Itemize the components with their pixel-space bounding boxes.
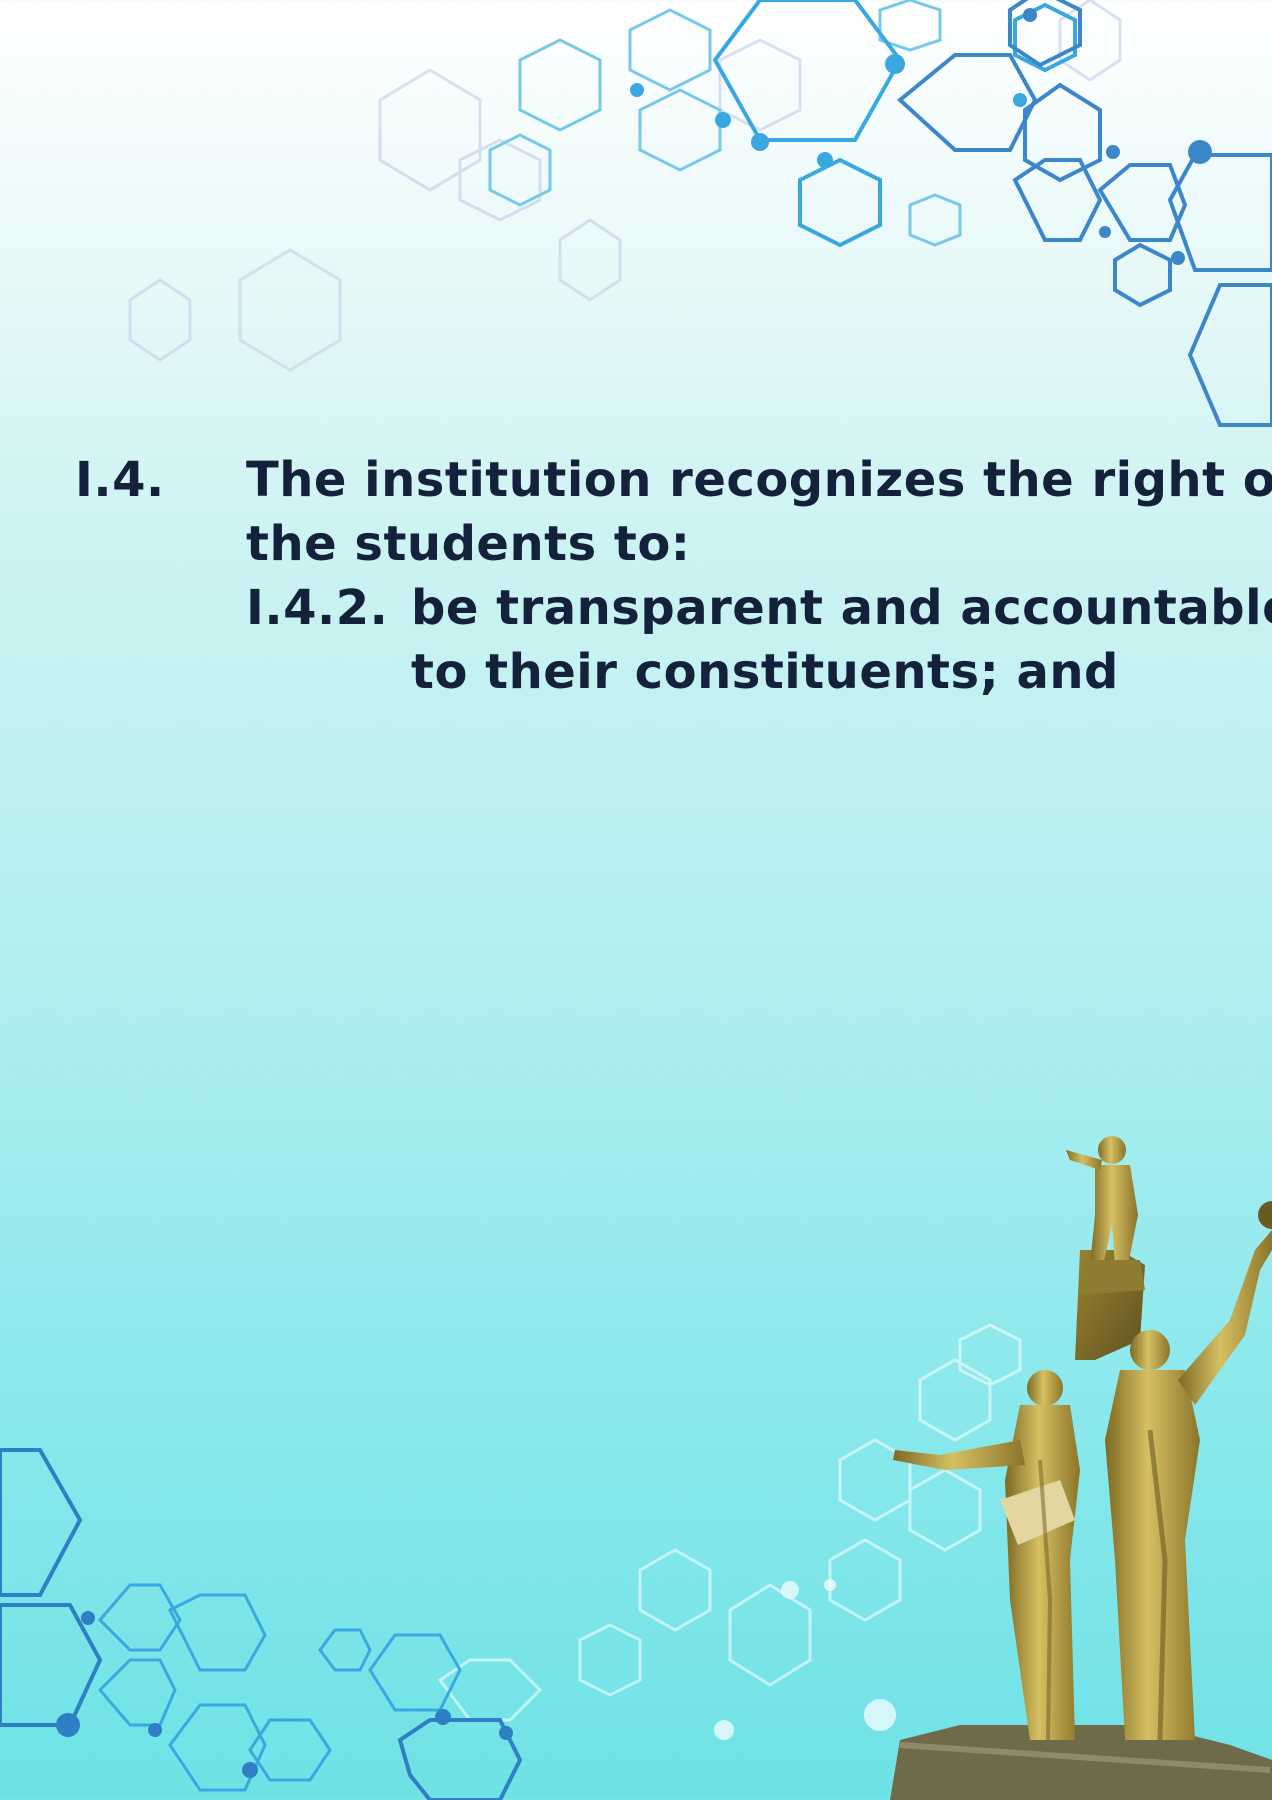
monument-statue-image <box>890 1136 1272 1800</box>
